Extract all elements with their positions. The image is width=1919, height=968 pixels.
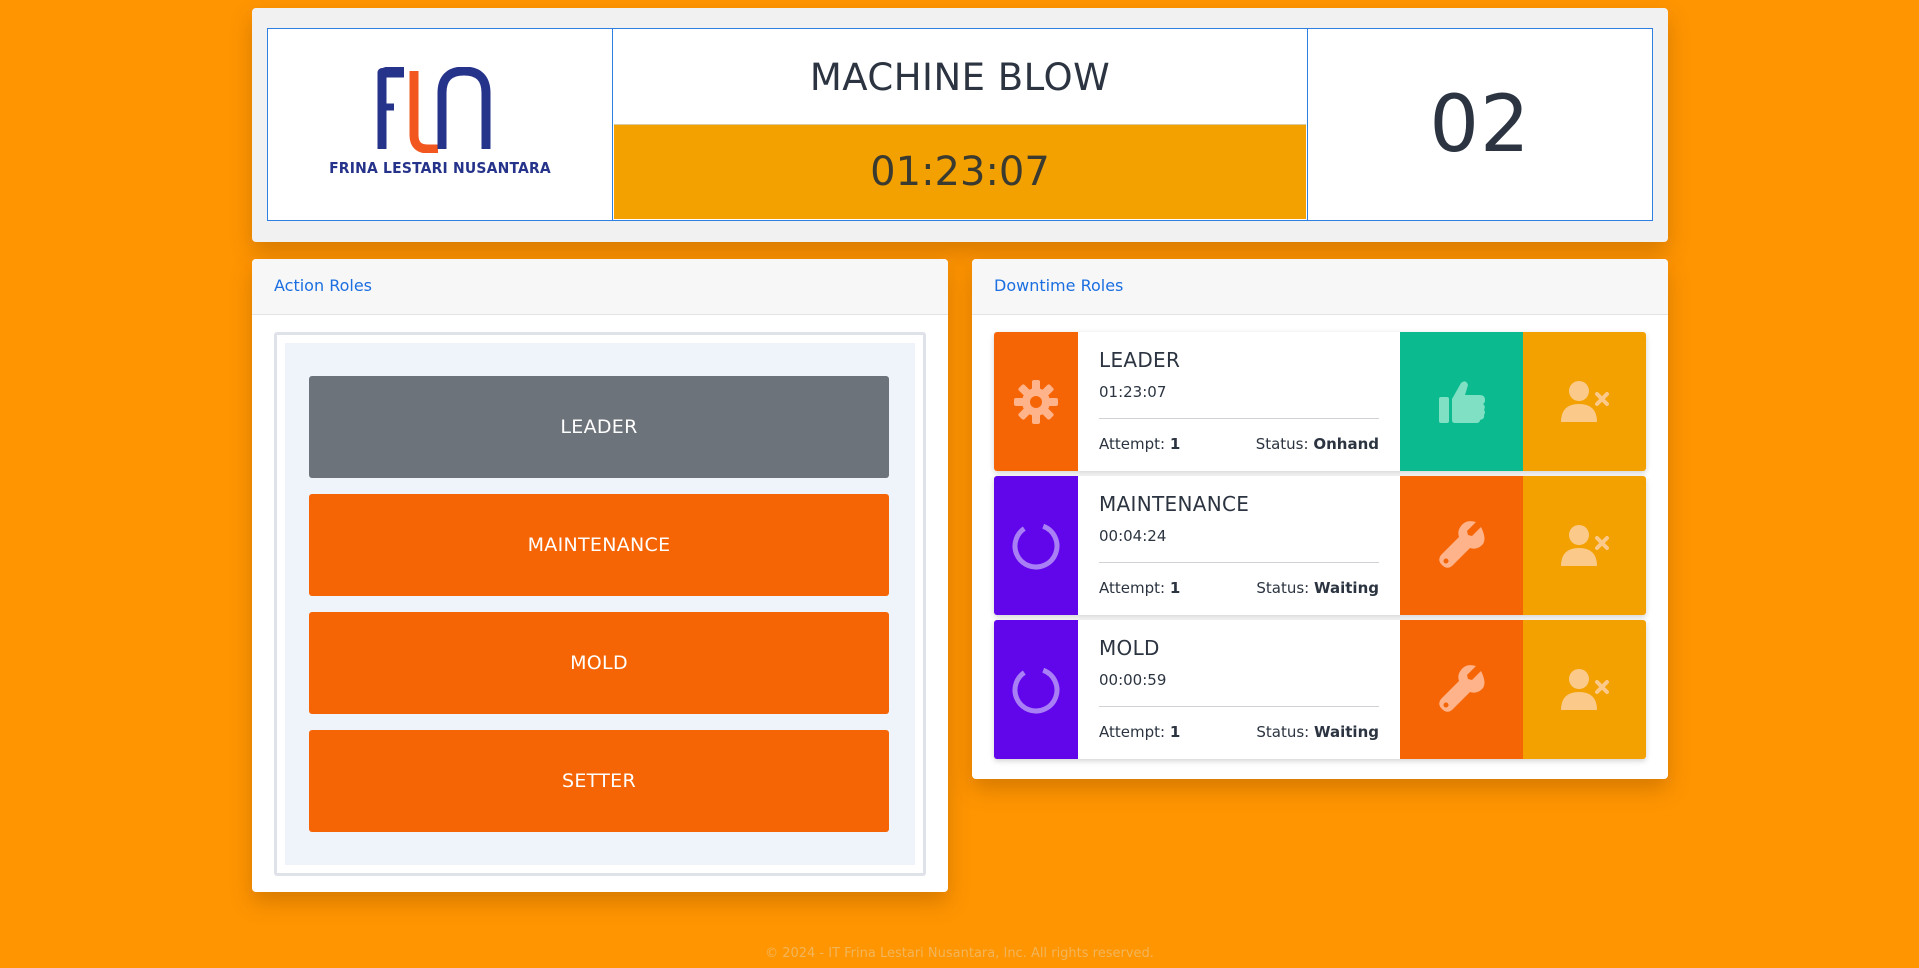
repair-button[interactable] <box>1400 620 1523 759</box>
setter-button[interactable]: SETTER <box>309 730 889 832</box>
role-timer: 01:23:07 <box>1099 383 1167 401</box>
attempt-value: 1 <box>1169 579 1181 597</box>
downtime-roles-title: Downtime Roles <box>972 259 1668 315</box>
status-icon-cell <box>994 620 1078 759</box>
spinner-icon <box>1012 522 1060 569</box>
confirm-button[interactable] <box>1400 332 1523 471</box>
downtime-row-mold: MOLD 00:00:59 Attempt: 1 Status: Waiting <box>994 620 1646 759</box>
remove-user-button[interactable] <box>1523 476 1646 615</box>
machine-header: FRINA LESTARI NUSANTARA MACHINE BLOW 01:… <box>252 8 1668 242</box>
status-label: Status: <box>1255 435 1309 453</box>
attempt-info: Attempt: 1 <box>1099 579 1180 597</box>
role-timer: 00:00:59 <box>1099 671 1167 689</box>
status-info: Status: Waiting <box>1256 579 1379 597</box>
downtime-row-maintenance: MAINTENANCE 00:04:24 Attempt: 1 Status: … <box>994 476 1646 615</box>
spinner-icon <box>1012 666 1060 713</box>
machine-number-box: 02 <box>1307 28 1653 221</box>
attempt-value: 1 <box>1169 435 1181 453</box>
role-name: LEADER <box>1099 348 1181 372</box>
company-name: FRINA LESTARI NUSANTARA <box>329 159 551 177</box>
wrench-icon <box>1438 664 1484 712</box>
user-remove-icon <box>1560 524 1609 566</box>
attempt-label: Attempt: <box>1099 723 1166 741</box>
action-roles-panel: Action Roles LEADER MAINTENANCE MOLD SET… <box>252 259 948 892</box>
status-icon-cell <box>994 332 1078 471</box>
remove-user-button[interactable] <box>1523 332 1646 471</box>
role-info: MAINTENANCE 00:04:24 Attempt: 1 Status: … <box>1078 476 1400 615</box>
thumbs-up-icon <box>1438 380 1485 423</box>
status-value: Onhand <box>1313 435 1379 453</box>
company-logo-box: FRINA LESTARI NUSANTARA <box>267 28 613 221</box>
status-value: Waiting <box>1313 579 1379 597</box>
mold-button[interactable]: MOLD <box>309 612 889 714</box>
user-remove-icon <box>1560 668 1609 710</box>
downtime-roles-panel: Downtime Roles LEADER 01:23:07 Attempt: … <box>972 259 1668 779</box>
status-value: Waiting <box>1313 723 1379 741</box>
attempt-value: 1 <box>1169 723 1181 741</box>
wrench-icon <box>1438 520 1484 568</box>
role-name: MAINTENANCE <box>1099 492 1250 516</box>
attempt-label: Attempt: <box>1099 435 1166 453</box>
maintenance-button[interactable]: MAINTENANCE <box>309 494 889 596</box>
attempt-info: Attempt: 1 <box>1099 435 1180 453</box>
role-timer: 00:04:24 <box>1099 527 1167 545</box>
user-remove-icon <box>1560 380 1609 422</box>
attempt-label: Attempt: <box>1099 579 1166 597</box>
status-icon-cell <box>994 476 1078 615</box>
attempt-info: Attempt: 1 <box>1099 723 1180 741</box>
machine-title-box: MACHINE BLOW 01:23:07 <box>612 28 1308 221</box>
machine-number: 02 <box>1429 79 1531 170</box>
action-roles-list: LEADER MAINTENANCE MOLD SETTER <box>285 343 915 865</box>
footer-copyright: © 2024 - IT Frina Lestari Nusantara, Inc… <box>765 946 1154 961</box>
leader-button[interactable]: LEADER <box>309 376 889 478</box>
machine-title: MACHINE BLOW <box>809 55 1111 99</box>
action-roles-title: Action Roles <box>252 259 948 315</box>
role-meta: Attempt: 1 Status: Waiting <box>1099 723 1379 741</box>
role-meta: Attempt: 1 Status: Onhand <box>1099 435 1379 453</box>
remove-user-button[interactable] <box>1523 620 1646 759</box>
divider <box>1099 562 1379 563</box>
repair-button[interactable] <box>1400 476 1523 615</box>
gear-icon <box>1014 379 1058 424</box>
status-info: Status: Waiting <box>1256 723 1379 741</box>
downtime-row-leader: LEADER 01:23:07 Attempt: 1 Status: Onhan… <box>994 332 1646 471</box>
downtime-timer: 01:23:07 <box>614 124 1306 219</box>
divider <box>1099 706 1379 707</box>
divider <box>1099 418 1379 419</box>
role-info: MOLD 00:00:59 Attempt: 1 Status: Waiting <box>1078 620 1400 759</box>
status-info: Status: Onhand <box>1256 435 1379 453</box>
status-label: Status: <box>1256 723 1310 741</box>
status-label: Status: <box>1256 579 1310 597</box>
role-name: MOLD <box>1099 636 1160 660</box>
action-roles-frame: LEADER MAINTENANCE MOLD SETTER <box>274 332 926 876</box>
company-logo <box>377 67 491 153</box>
role-meta: Attempt: 1 Status: Waiting <box>1099 579 1379 597</box>
role-info: LEADER 01:23:07 Attempt: 1 Status: Onhan… <box>1078 332 1400 471</box>
